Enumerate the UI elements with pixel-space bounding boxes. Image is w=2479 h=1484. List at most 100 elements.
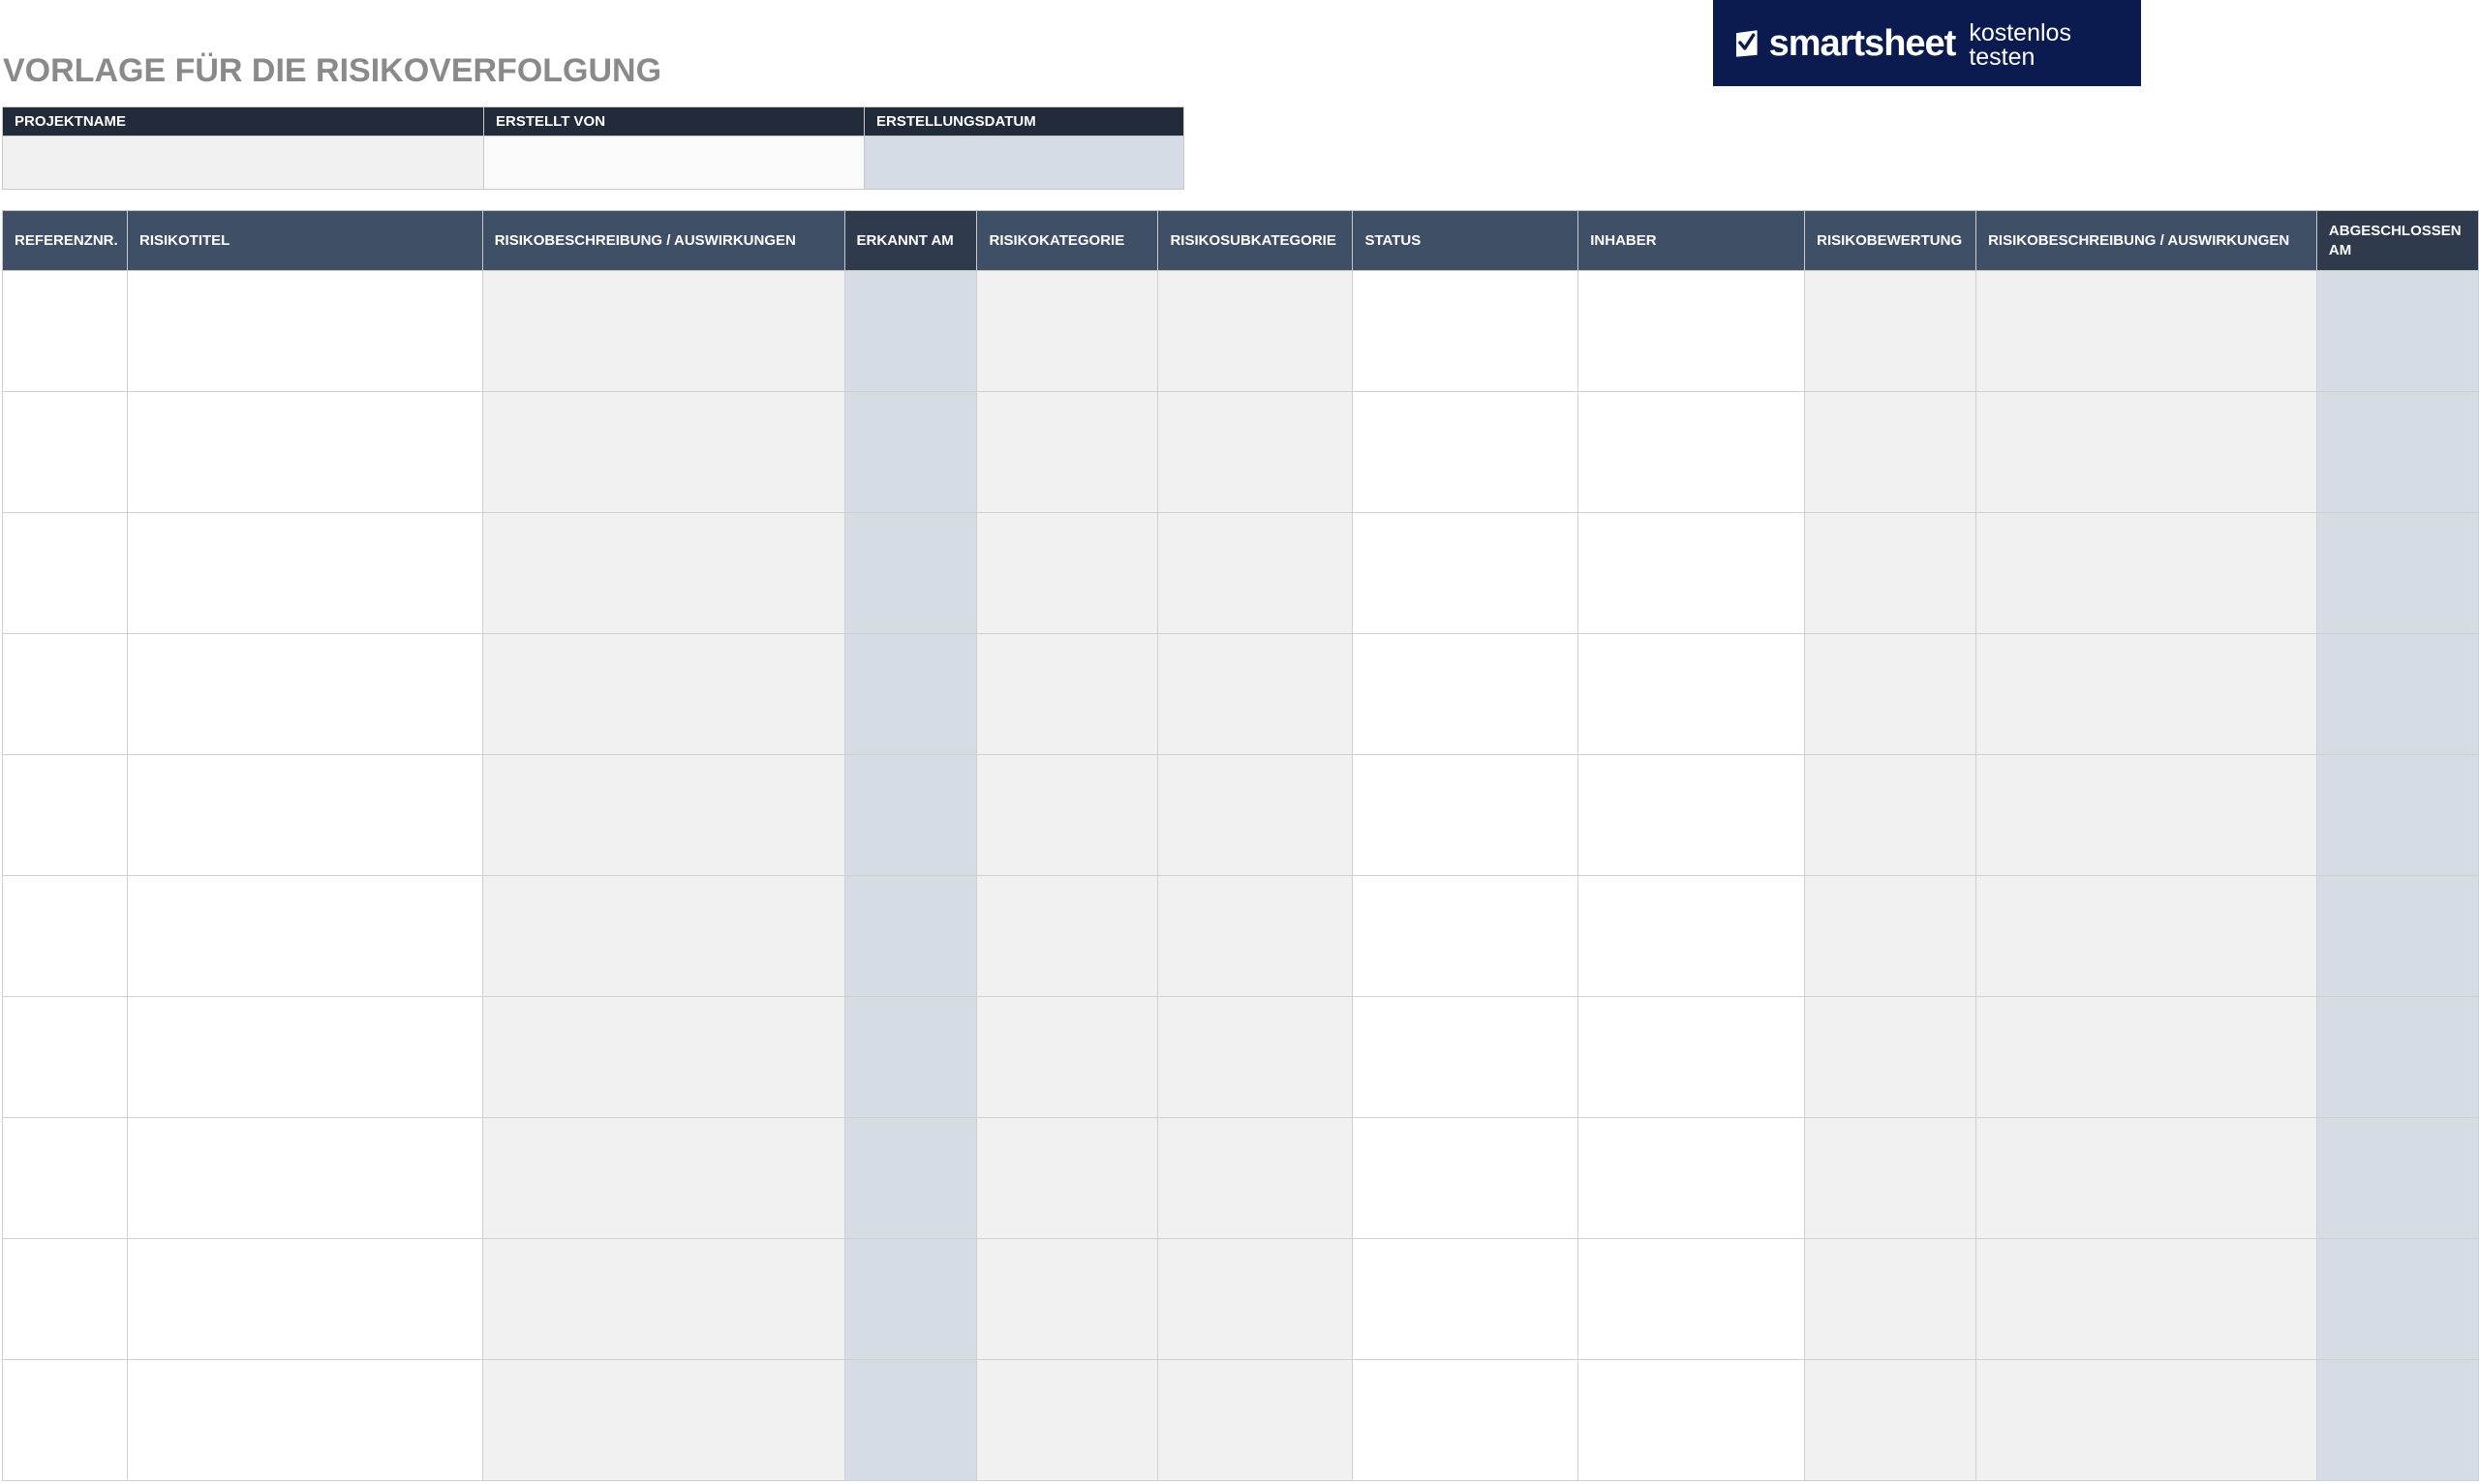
identified-on-cell[interactable]: [843, 1359, 978, 1481]
creation-date-cell[interactable]: [864, 136, 1184, 190]
risk-category-cell[interactable]: [976, 754, 1159, 876]
identified-on-cell[interactable]: [843, 1117, 978, 1239]
risk-title-cell[interactable]: [126, 391, 483, 513]
risk-description-2-cell[interactable]: [1975, 391, 2317, 513]
risk-subcategory-cell[interactable]: [1157, 875, 1354, 997]
risk-category-cell[interactable]: [976, 391, 1159, 513]
status-cell[interactable]: [1352, 1359, 1579, 1481]
risk-category-cell[interactable]: [976, 1238, 1159, 1360]
risk-category-cell[interactable]: [976, 1117, 1159, 1239]
risk-subcategory-cell[interactable]: [1157, 996, 1354, 1118]
risk-category-cell[interactable]: [976, 270, 1159, 392]
risk-category-cell[interactable]: [976, 996, 1159, 1118]
risk-rating-cell[interactable]: [1804, 996, 1977, 1118]
risk-description-cell[interactable]: [481, 633, 845, 755]
owner-cell[interactable]: [1577, 512, 1806, 634]
reference-no-cell[interactable]: [2, 270, 128, 392]
risk-category-cell[interactable]: [976, 512, 1159, 634]
closed-on-cell[interactable]: [2315, 512, 2479, 634]
risk-description-cell[interactable]: [481, 754, 845, 876]
risk-category-cell[interactable]: [976, 633, 1159, 755]
risk-subcategory-cell[interactable]: [1157, 512, 1354, 634]
status-cell[interactable]: [1352, 754, 1579, 876]
owner-cell[interactable]: [1577, 391, 1806, 513]
risk-subcategory-cell[interactable]: [1157, 391, 1354, 513]
risk-rating-cell[interactable]: [1804, 391, 1977, 513]
status-cell[interactable]: [1352, 633, 1579, 755]
risk-description-cell[interactable]: [481, 1117, 845, 1239]
risk-description-2-cell[interactable]: [1975, 996, 2317, 1118]
risk-title-cell[interactable]: [126, 754, 483, 876]
risk-subcategory-cell[interactable]: [1157, 754, 1354, 876]
closed-on-cell[interactable]: [2315, 754, 2479, 876]
identified-on-cell[interactable]: [843, 270, 978, 392]
owner-cell[interactable]: [1577, 996, 1806, 1118]
owner-cell[interactable]: [1577, 270, 1806, 392]
risk-description-2-cell[interactable]: [1975, 270, 2317, 392]
risk-title-cell[interactable]: [126, 633, 483, 755]
risk-rating-cell[interactable]: [1804, 1117, 1977, 1239]
closed-on-cell[interactable]: [2315, 391, 2479, 513]
owner-cell[interactable]: [1577, 1359, 1806, 1481]
risk-description-2-cell[interactable]: [1975, 1117, 2317, 1239]
identified-on-cell[interactable]: [843, 996, 978, 1118]
smartsheet-banner[interactable]: smartsheet kostenlos testen: [1713, 0, 2141, 86]
risk-description-2-cell[interactable]: [1975, 1359, 2317, 1481]
status-cell[interactable]: [1352, 512, 1579, 634]
risk-category-cell[interactable]: [976, 875, 1159, 997]
closed-on-cell[interactable]: [2315, 1117, 2479, 1239]
risk-subcategory-cell[interactable]: [1157, 1117, 1354, 1239]
reference-no-cell[interactable]: [2, 633, 128, 755]
risk-subcategory-cell[interactable]: [1157, 1238, 1354, 1360]
risk-description-cell[interactable]: [481, 875, 845, 997]
risk-rating-cell[interactable]: [1804, 1359, 1977, 1481]
closed-on-cell[interactable]: [2315, 1238, 2479, 1360]
risk-rating-cell[interactable]: [1804, 1238, 1977, 1360]
owner-cell[interactable]: [1577, 1238, 1806, 1360]
status-cell[interactable]: [1352, 391, 1579, 513]
risk-title-cell[interactable]: [126, 875, 483, 997]
reference-no-cell[interactable]: [2, 391, 128, 513]
risk-subcategory-cell[interactable]: [1157, 270, 1354, 392]
status-cell[interactable]: [1352, 1238, 1579, 1360]
closed-on-cell[interactable]: [2315, 270, 2479, 392]
status-cell[interactable]: [1352, 1117, 1579, 1239]
risk-rating-cell[interactable]: [1804, 512, 1977, 634]
identified-on-cell[interactable]: [843, 633, 978, 755]
risk-description-2-cell[interactable]: [1975, 1238, 2317, 1360]
reference-no-cell[interactable]: [2, 875, 128, 997]
reference-no-cell[interactable]: [2, 1238, 128, 1360]
risk-title-cell[interactable]: [126, 1238, 483, 1360]
closed-on-cell[interactable]: [2315, 633, 2479, 755]
project-name-cell[interactable]: [2, 136, 484, 190]
risk-subcategory-cell[interactable]: [1157, 1359, 1354, 1481]
risk-rating-cell[interactable]: [1804, 633, 1977, 755]
risk-description-cell[interactable]: [481, 1238, 845, 1360]
risk-description-cell[interactable]: [481, 512, 845, 634]
identified-on-cell[interactable]: [843, 754, 978, 876]
status-cell[interactable]: [1352, 270, 1579, 392]
closed-on-cell[interactable]: [2315, 996, 2479, 1118]
risk-title-cell[interactable]: [126, 1117, 483, 1239]
status-cell[interactable]: [1352, 875, 1579, 997]
risk-rating-cell[interactable]: [1804, 754, 1977, 876]
owner-cell[interactable]: [1577, 1117, 1806, 1239]
reference-no-cell[interactable]: [2, 996, 128, 1118]
closed-on-cell[interactable]: [2315, 1359, 2479, 1481]
risk-title-cell[interactable]: [126, 996, 483, 1118]
free-trial-link[interactable]: kostenlos testen: [1969, 20, 2141, 70]
identified-on-cell[interactable]: [843, 1238, 978, 1360]
reference-no-cell[interactable]: [2, 1359, 128, 1481]
risk-description-cell[interactable]: [481, 996, 845, 1118]
risk-description-cell[interactable]: [481, 1359, 845, 1481]
risk-description-2-cell[interactable]: [1975, 512, 2317, 634]
status-cell[interactable]: [1352, 996, 1579, 1118]
risk-rating-cell[interactable]: [1804, 875, 1977, 997]
identified-on-cell[interactable]: [843, 391, 978, 513]
reference-no-cell[interactable]: [2, 512, 128, 634]
owner-cell[interactable]: [1577, 633, 1806, 755]
risk-description-cell[interactable]: [481, 270, 845, 392]
owner-cell[interactable]: [1577, 754, 1806, 876]
risk-title-cell[interactable]: [126, 512, 483, 634]
risk-description-2-cell[interactable]: [1975, 633, 2317, 755]
